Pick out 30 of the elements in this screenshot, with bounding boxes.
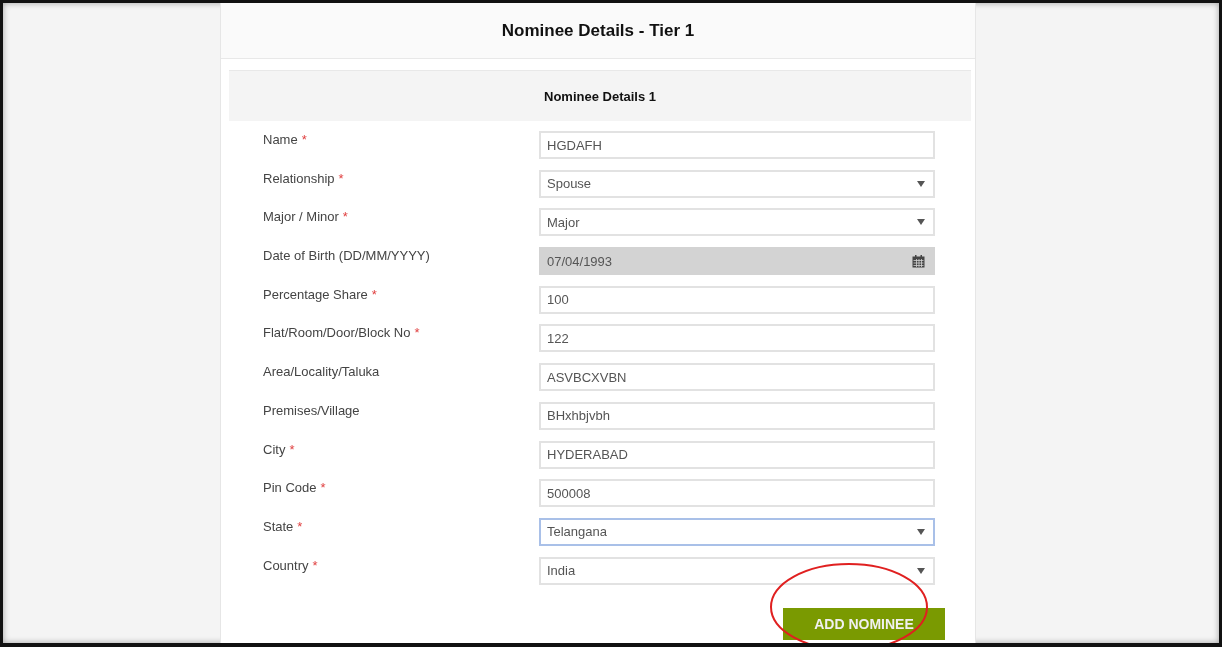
input-field[interactable]: BHxhbjvbh [539, 401, 935, 430]
field-label: Pin Code * [263, 479, 327, 498]
input-field[interactable]: HYDERABAD [539, 440, 935, 469]
dropdown-caret-icon [917, 180, 925, 187]
field-label: Date of Birth (DD/MM/YYYY) [263, 247, 431, 266]
select-field[interactable]: Spouse [539, 169, 935, 198]
field-label: Area/Locality/Taluka [263, 363, 381, 382]
field-label: Country * [263, 556, 319, 575]
field-label: Flat/Room/Door/Block No * [263, 324, 421, 343]
select-field[interactable]: India [539, 556, 935, 585]
field-label: State * [263, 517, 304, 536]
dropdown-caret-icon [917, 528, 925, 535]
input-field[interactable]: HGDAFH [539, 131, 935, 159]
page-title: Nominee Details - Tier 1 [501, 20, 695, 41]
field-label: Name * [263, 131, 308, 149]
input-field[interactable]: 100 [539, 285, 935, 314]
field-label: Percentage Share * [263, 285, 378, 304]
select-field[interactable]: Major [539, 208, 935, 237]
field-label: Premises/Village [263, 401, 361, 420]
input-field[interactable]: 500008 [539, 479, 935, 508]
calendar-icon [912, 254, 925, 268]
field-label: City * [263, 440, 296, 459]
field-label: Relationship * [263, 169, 345, 188]
dropdown-caret-icon [917, 567, 925, 574]
input-field[interactable]: ASVBCXVBN [539, 363, 935, 392]
input-field[interactable]: 122 [539, 324, 935, 353]
select-field[interactable]: Telangana [539, 517, 935, 546]
field-label: Major / Minor * [263, 208, 349, 227]
section-title: Nominee Details 1 [544, 88, 656, 104]
dropdown-caret-icon [917, 219, 925, 226]
